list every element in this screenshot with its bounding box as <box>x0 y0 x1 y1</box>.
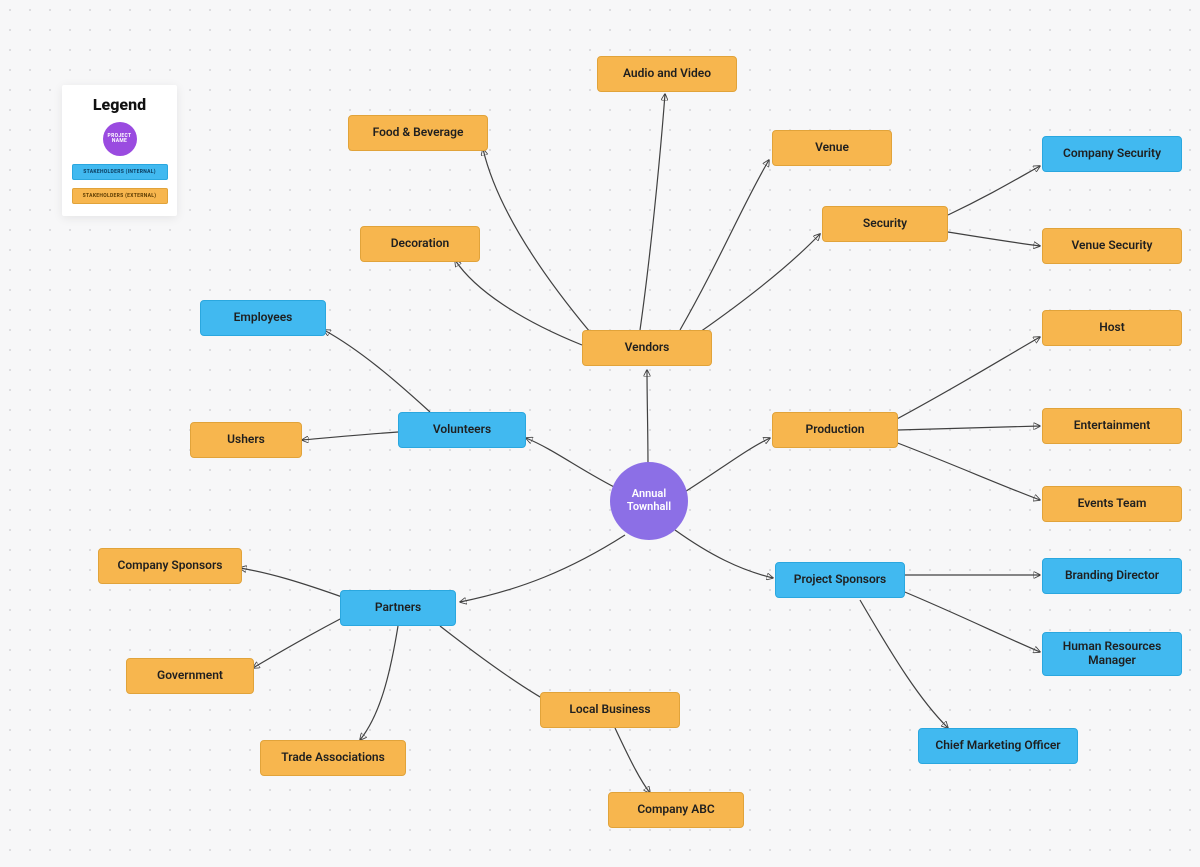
label: Decoration <box>391 237 450 251</box>
node-entertainment[interactable]: Entertainment <box>1042 408 1182 444</box>
legend-title: Legend <box>93 95 146 114</box>
node-venue-security[interactable]: Venue Security <box>1042 228 1182 264</box>
label: Trade Associations <box>281 751 385 765</box>
node-project-sponsors[interactable]: Project Sponsors <box>775 562 905 598</box>
node-events-team[interactable]: Events Team <box>1042 486 1182 522</box>
legend-project-circle: PROJECT NAME <box>103 122 137 156</box>
diagram-canvas[interactable]: Annual Townhall Vendors Volunteers Partn… <box>0 0 1200 867</box>
node-branding-director[interactable]: Branding Director <box>1042 558 1182 594</box>
label: Security <box>863 217 907 231</box>
node-company-abc[interactable]: Company ABC <box>608 792 744 828</box>
label: Entertainment <box>1074 419 1150 433</box>
node-employees[interactable]: Employees <box>200 300 326 336</box>
node-partners[interactable]: Partners <box>340 590 456 626</box>
label: Company Sponsors <box>118 559 223 573</box>
node-hr-manager[interactable]: Human Resources Manager <box>1042 632 1182 676</box>
label: Venue <box>815 141 849 155</box>
center-node[interactable]: Annual Townhall <box>610 462 688 540</box>
legend-project-label: PROJECT NAME <box>103 134 137 145</box>
label: Project Sponsors <box>794 573 886 587</box>
label: Venue Security <box>1072 239 1153 253</box>
center-label: Annual Townhall <box>610 488 688 513</box>
node-audio-video[interactable]: Audio and Video <box>597 56 737 92</box>
node-volunteers[interactable]: Volunteers <box>398 412 526 448</box>
label: Partners <box>375 601 421 615</box>
node-cmo[interactable]: Chief Marketing Officer <box>918 728 1078 764</box>
node-host[interactable]: Host <box>1042 310 1182 346</box>
node-company-security[interactable]: Company Security <box>1042 136 1182 172</box>
legend-internal-box: STAKEHOLDERS (INTERNAL) <box>72 164 168 180</box>
legend-external-box: STAKEHOLDERS (EXTERNAL) <box>72 188 168 204</box>
label: Production <box>806 423 865 437</box>
label: Employees <box>234 311 293 325</box>
label: Audio and Video <box>623 67 711 81</box>
label: Volunteers <box>433 423 491 437</box>
label: Company ABC <box>637 803 714 817</box>
node-food-beverage[interactable]: Food & Beverage <box>348 115 488 151</box>
label: Company Security <box>1063 147 1161 161</box>
node-decoration[interactable]: Decoration <box>360 226 480 262</box>
label: Ushers <box>227 433 265 447</box>
node-vendors[interactable]: Vendors <box>582 330 712 366</box>
node-security[interactable]: Security <box>822 206 948 242</box>
node-company-sponsors[interactable]: Company Sponsors <box>98 548 242 584</box>
label: Branding Director <box>1065 569 1159 583</box>
node-trade-associations[interactable]: Trade Associations <box>260 740 406 776</box>
label: Food & Beverage <box>373 126 464 140</box>
legend-external-label: STAKEHOLDERS (EXTERNAL) <box>83 193 157 199</box>
label: Local Business <box>569 703 650 717</box>
label: Host <box>1099 321 1125 335</box>
label: Events Team <box>1078 497 1147 511</box>
node-ushers[interactable]: Ushers <box>190 422 302 458</box>
label: Chief Marketing Officer <box>935 739 1060 753</box>
node-government[interactable]: Government <box>126 658 254 694</box>
label: Government <box>157 669 223 683</box>
legend-card[interactable]: Legend PROJECT NAME STAKEHOLDERS (INTERN… <box>62 85 177 216</box>
node-production[interactable]: Production <box>772 412 898 448</box>
node-local-business[interactable]: Local Business <box>540 692 680 728</box>
legend-internal-label: STAKEHOLDERS (INTERNAL) <box>83 169 156 175</box>
node-venue[interactable]: Venue <box>772 130 892 166</box>
label: Vendors <box>625 341 670 355</box>
label: Human Resources Manager <box>1049 640 1175 668</box>
